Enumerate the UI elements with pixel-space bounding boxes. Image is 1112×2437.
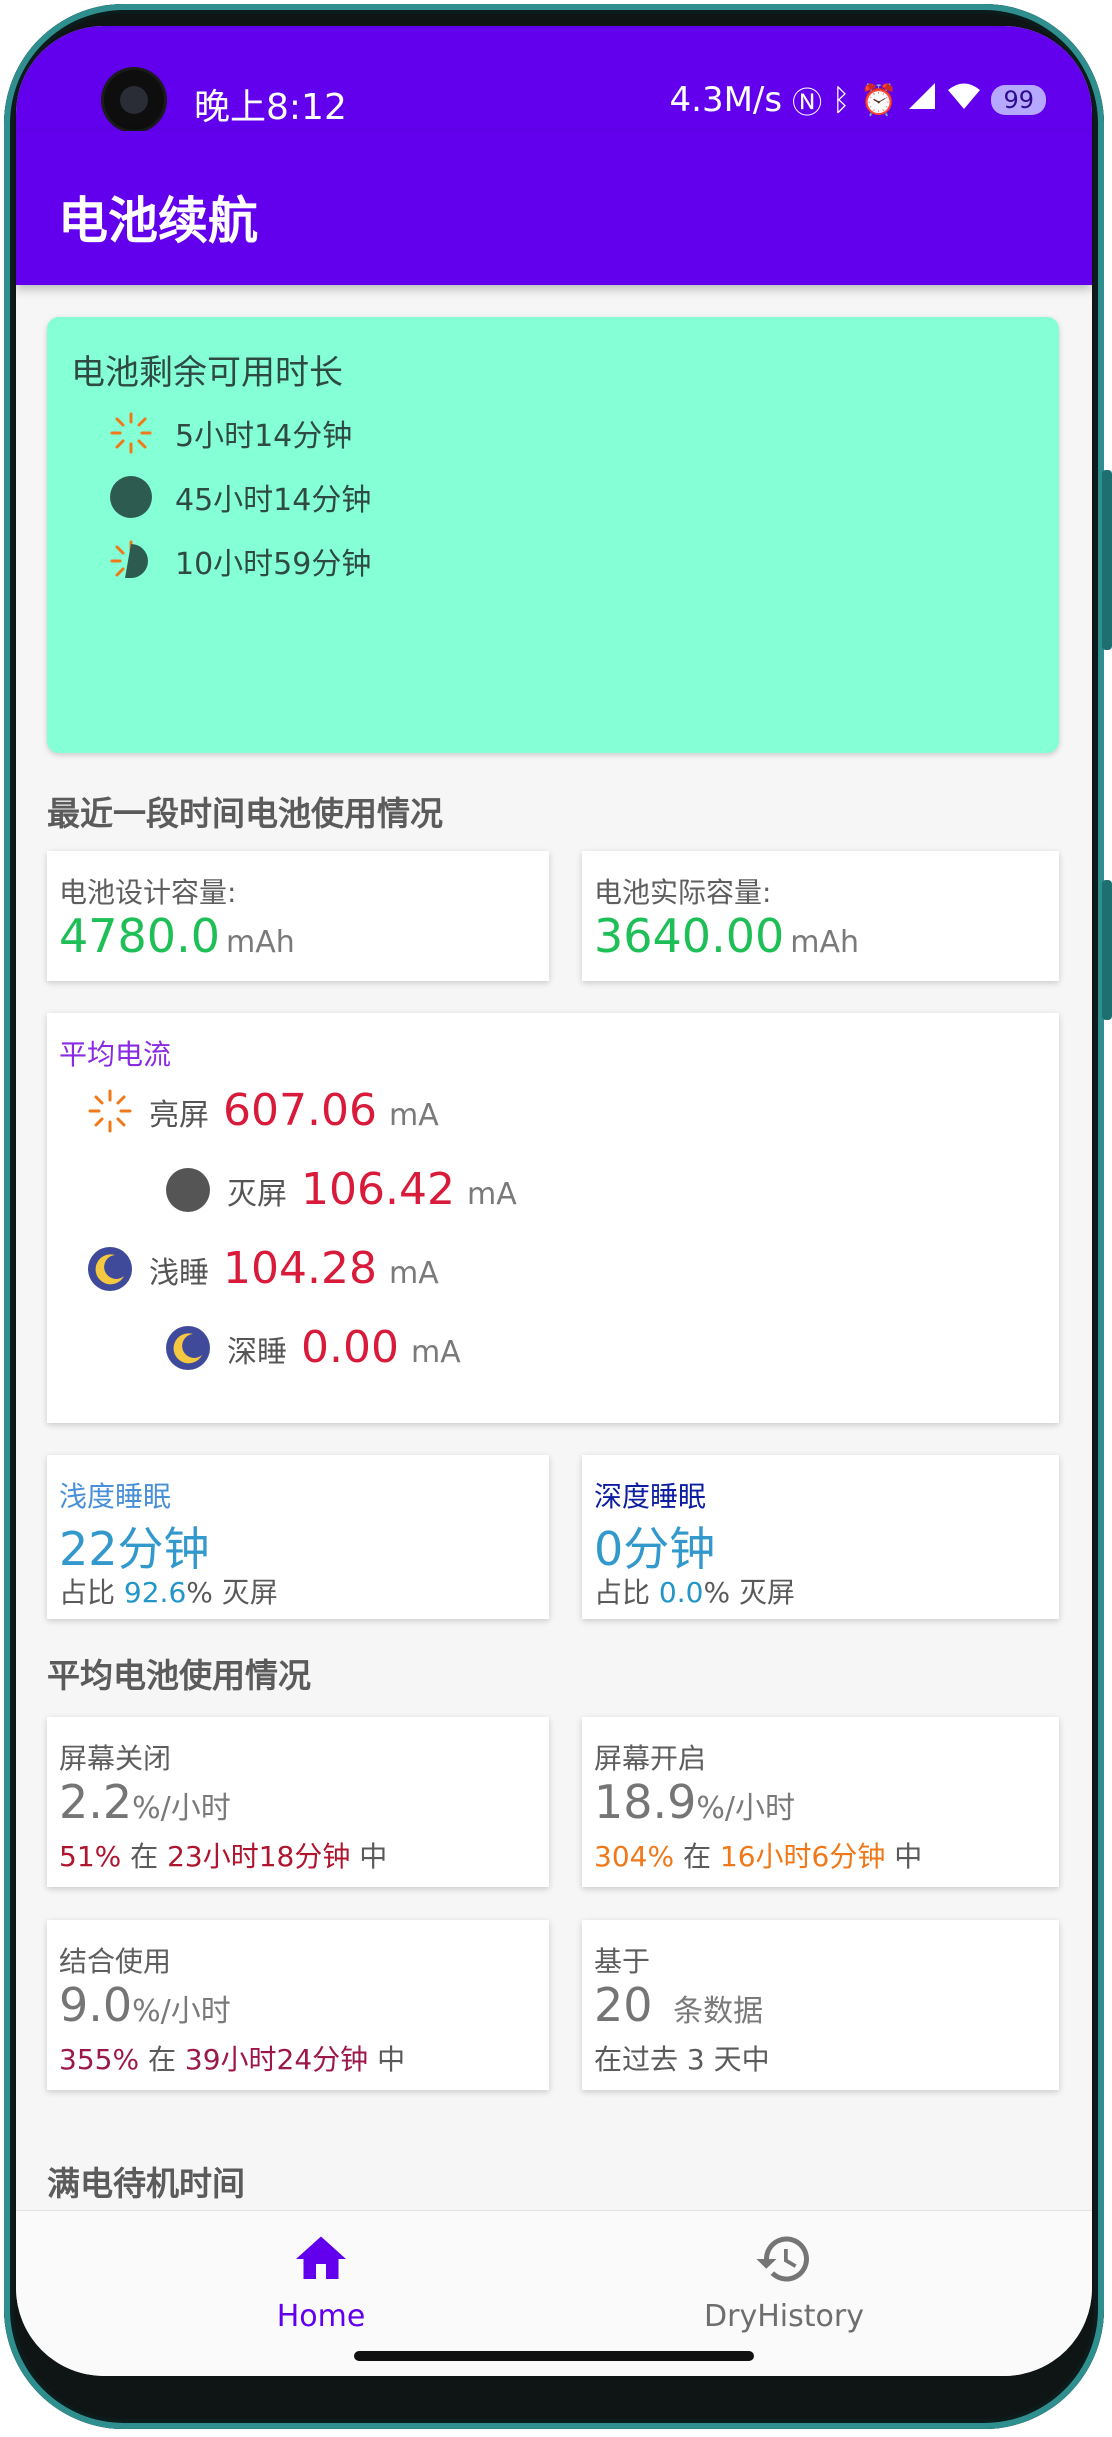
sun-icon [88,1089,132,1132]
light-sleep-value: 22分钟 [59,1522,210,1576]
remaining-mixed-row: 10小时59分钟 [109,539,371,583]
half-sun-icon [110,540,148,578]
light-sleep-card: 浅度睡眠 22分钟 占比 92.6% 灭屏 [47,1455,549,1619]
moon-icon [88,1246,132,1291]
deep-sleep-title: 深度睡眠 [594,1480,707,1513]
screen-off-circle-icon [110,476,152,518]
remaining-mixed-value: 10小时59分钟 [175,547,372,582]
based-on-period: 在过去 3 天中 [594,2043,770,2076]
screen-off-usage-title: 屏幕关闭 [59,1742,172,1775]
bluetooth-icon: ᛒ [832,82,851,118]
deep-sleep-card: 深度睡眠 0分钟 占比 0.0% 灭屏 [582,1455,1059,1619]
device-frame: 晚上8:12 4.3M/s Ⓝ ᛒ ⏰ 99 电池续航 电池剩余可用时长 5小时… [0,0,1112,2437]
status-time: 晚上8:12 [194,87,347,128]
actual-capacity-value: 3640.00 mAh [594,909,859,963]
full-standby-heading: 满电待机时间 [47,2164,245,2203]
scroll-content[interactable]: 电池剩余可用时长 5小时14分钟 45小时14分钟 10小时59分钟 最近一段时… [16,285,1092,2210]
screen-on-usage-card: 屏幕开启 18.9%/小时 304% 在 16小时6分钟 中 [582,1717,1059,1887]
light-sleep-ratio: 占比 92.6% 灭屏 [59,1576,278,1609]
moon-icon [166,1325,210,1370]
combined-usage-title: 结合使用 [59,1945,172,1978]
remaining-screen-on-value: 5小时14分钟 [175,419,353,454]
screen-off-rate: 2.2%/小时 [59,1775,231,1829]
side-button [1102,880,1112,1020]
app-bar: 电池续航 [16,131,1092,285]
actual-capacity-card: 电池实际容量: 3640.00 mAh [582,851,1059,981]
based-on-card: 基于 20 条数据 在过去 3 天中 [582,1920,1059,2090]
status-bar: 晚上8:12 4.3M/s Ⓝ ᛒ ⏰ 99 [16,26,1092,131]
deep-sleep-ratio: 占比 0.0% 灭屏 [594,1576,795,1609]
remaining-title: 电池剩余可用时长 [71,353,343,393]
average-current-title: 平均电流 [59,1038,172,1071]
screen: 晚上8:12 4.3M/s Ⓝ ᛒ ⏰ 99 电池续航 电池剩余可用时长 5小时… [16,26,1092,2376]
screen-off-usage-card: 屏幕关闭 2.2%/小时 51% 在 23小时18分钟 中 [47,1717,549,1887]
screen-off-circle-icon [166,1167,210,1212]
current-row-deep-sleep: 深睡 0.00 mA [165,1322,461,1373]
network-speed: 4.3M/s [669,80,783,120]
current-row-screen-off: 灭屏 106.42 mA [165,1164,517,1215]
front-camera [104,70,164,130]
remaining-time-card: 电池剩余可用时长 5小时14分钟 45小时14分钟 10小时59分钟 [47,317,1059,753]
sun-icon [110,412,152,454]
screen-on-detail: 304% 在 16小时6分钟 中 [594,1840,923,1873]
nav-history-label: DryHistory [704,2299,864,2334]
current-row-light-sleep: 浅睡 104.28 mA [87,1243,439,1294]
screen-on-rate: 18.9%/小时 [594,1775,796,1829]
remaining-screen-off-value: 45小时14分钟 [175,483,372,518]
screen-on-usage-title: 屏幕开启 [594,1742,707,1775]
screen-off-detail: 51% 在 23小时18分钟 中 [59,1840,388,1873]
nfc-icon: Ⓝ [792,86,823,121]
status-icons: 4.3M/s Ⓝ ᛒ ⏰ 99 [670,78,1046,122]
signal-icon [907,80,937,120]
combined-rate: 9.0%/小时 [59,1978,231,2032]
alarm-icon: ⏰ [860,82,898,118]
home-icon [296,2236,346,2279]
page-title: 电池续航 [58,192,258,250]
average-current-card: 平均电流 亮屏 607.06 mA 灭屏 106.42 mA 浅睡 104.28… [47,1013,1059,1423]
recent-usage-heading: 最近一段时间电池使用情况 [47,794,443,833]
remaining-screen-on-row: 5小时14分钟 [109,411,352,455]
deep-sleep-value: 0分钟 [594,1522,716,1576]
current-row-screen-on: 亮屏 607.06 mA [87,1085,439,1136]
actual-capacity-label: 电池实际容量: [594,876,772,909]
history-icon [756,2236,809,2282]
home-indicator[interactable] [354,2351,754,2361]
design-capacity-card: 电池设计容量: 4780.0 mAh [47,851,549,981]
design-capacity-value: 4780.0 mAh [59,909,295,963]
combined-detail: 355% 在 39小时24分钟 中 [59,2043,406,2076]
based-on-count: 20 条数据 [594,1978,764,2032]
side-button [1102,470,1112,650]
nav-home[interactable]: Home [171,2229,471,2334]
nav-dry-history[interactable]: DryHistory [634,2229,934,2334]
remaining-screen-off-row: 45小时14分钟 [109,475,371,519]
combined-usage-card: 结合使用 9.0%/小时 355% 在 39小时24分钟 中 [47,1920,549,2090]
average-usage-heading: 平均电池使用情况 [47,1656,311,1695]
battery-badge: 99 [991,85,1046,115]
based-on-title: 基于 [594,1945,651,1978]
design-capacity-label: 电池设计容量: [59,876,237,909]
nav-home-label: Home [276,2299,366,2334]
wifi-icon [947,80,981,120]
light-sleep-title: 浅度睡眠 [59,1480,172,1513]
